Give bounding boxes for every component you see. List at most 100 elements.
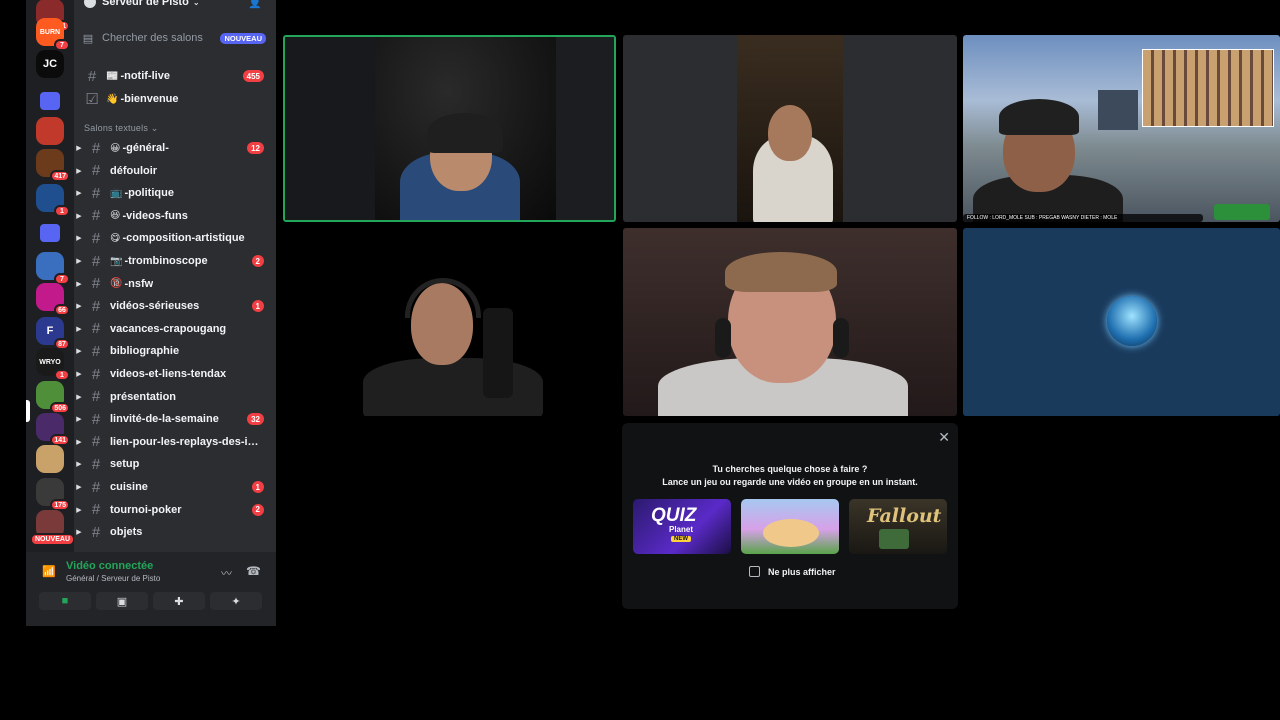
- channel-item[interactable]: ▶ # videos-et-liens-tendax: [74, 364, 276, 384]
- channel-item[interactable]: ▶ # vacances-crapougang: [74, 319, 276, 339]
- game-village[interactable]: [741, 499, 839, 554]
- channel-bienvenue[interactable]: ☑ 👋 -bienvenue: [74, 89, 276, 109]
- server-icon-14[interactable]: [36, 445, 64, 473]
- camera-button[interactable]: ■: [39, 592, 91, 610]
- chevron-right-icon: ▶: [76, 167, 82, 175]
- chevron-right-icon: ▶: [76, 235, 82, 243]
- channel-name: cuisine: [110, 481, 148, 493]
- server-icon-4[interactable]: [36, 117, 64, 145]
- game-title: Fallout: [867, 505, 942, 527]
- video-tile-6[interactable]: [963, 228, 1280, 416]
- server-initials: BURN: [39, 28, 61, 36]
- channel-name: défouloir: [110, 164, 158, 177]
- server-initials: F: [46, 325, 54, 337]
- channel-hash-icon: #: [91, 523, 101, 541]
- channel-item[interactable]: ▶ # tournoi-poker 2: [74, 500, 276, 520]
- eco-badge: [1214, 204, 1270, 220]
- mention-badge: 1: [54, 369, 70, 381]
- unread-count: 1: [251, 300, 264, 313]
- game-fallout[interactable]: Fallout: [849, 499, 947, 554]
- channel-item[interactable]: ▶ # 😋 -composition-artistique: [74, 228, 276, 248]
- activity-title: Tu cherches quelque chose à faire ?: [712, 464, 868, 474]
- channel-hash-icon: #: [91, 139, 101, 157]
- server-icon-5[interactable]: 417: [36, 149, 70, 182]
- signal-icon[interactable]: 📶: [42, 565, 56, 578]
- channel-hash-icon: #: [91, 252, 101, 270]
- new-badge: NOUVEAU: [220, 32, 266, 44]
- server-icon-7[interactable]: [40, 224, 60, 242]
- channel-hash-icon: #: [91, 455, 101, 473]
- server-icon-10[interactable]: F 87: [36, 317, 70, 350]
- server-header[interactable]: Serveur de Pisto ⌄: [74, 0, 276, 12]
- channel-item[interactable]: ▶ # 😆 -videos-funs: [74, 206, 276, 226]
- channel-search[interactable]: ▤ Chercher des salons NOUVEAU: [74, 28, 276, 48]
- channel-sidebar: Serveur de Pisto ⌄ 👤 ▤ Chercher des salo…: [74, 0, 276, 626]
- channel-item[interactable]: ▶ # défouloir: [74, 161, 276, 181]
- chevron-right-icon: ▶: [76, 416, 82, 424]
- soundboard-button[interactable]: ✦: [210, 592, 262, 610]
- channel-item[interactable]: ▶ # 🔞 -nsfw: [74, 274, 276, 294]
- selected-pill: [26, 400, 30, 422]
- server-icon-2[interactable]: JC: [36, 50, 64, 78]
- channel-emoji: 😆: [110, 210, 121, 222]
- server-rail: 571BURN7JC4171766F87WRYO1506141175 NOUVE…: [26, 0, 74, 626]
- headphones-left: [715, 318, 731, 358]
- checkbox[interactable]: [749, 566, 760, 577]
- channel-hash-icon: #: [91, 433, 101, 451]
- category-text-channels[interactable]: Salons textuels ⌄: [84, 123, 159, 134]
- server-icon-6[interactable]: 1: [36, 184, 70, 217]
- channel-name: -bienvenue: [120, 93, 179, 105]
- video-tile-3[interactable]: FOLLOW : LORD_MOLE SUB : PREGAB WASNY DI…: [963, 35, 1280, 222]
- noise-suppression-icon[interactable]: 〰: [221, 565, 232, 581]
- server-icon-1[interactable]: BURN 7: [36, 18, 70, 51]
- server-icon-11[interactable]: WRYO 1: [36, 348, 70, 381]
- channel-item[interactable]: ▶ # linvité-de-la-semaine 32: [74, 409, 276, 429]
- channel-item[interactable]: ▶ # vidéos-sérieuses 1: [74, 296, 276, 316]
- server-icon-12[interactable]: 506: [36, 381, 70, 414]
- disconnect-icon[interactable]: ☎: [246, 564, 261, 578]
- channel-item[interactable]: ▶ # présentation: [74, 387, 276, 407]
- game-title: QUIZ: [651, 505, 697, 526]
- channel-hash-icon: #: [91, 365, 101, 383]
- search-icon: ▤: [82, 32, 94, 45]
- activities-button[interactable]: ✚: [153, 592, 205, 610]
- server-icon-13[interactable]: 141: [36, 413, 70, 446]
- video-tile-5[interactable]: [623, 228, 957, 416]
- channel-item[interactable]: ▶ # bibliographie: [74, 341, 276, 361]
- close-icon[interactable]: ✕: [938, 429, 950, 446]
- channel-item[interactable]: ▶ # objets: [74, 522, 276, 542]
- video-tile-1[interactable]: [283, 35, 616, 222]
- voice-status[interactable]: Vidéo connectée: [66, 560, 153, 572]
- channel-name: lien-pour-les-replays-des-inter…: [110, 435, 262, 448]
- mention-badge: 1: [54, 205, 70, 217]
- channel-item[interactable]: ▶ # setup: [74, 454, 276, 474]
- channel-item[interactable]: ▶ # 😀 -général- 12: [74, 138, 276, 158]
- add-user-icon[interactable]: 👤: [248, 0, 262, 9]
- channel-hash-icon: #: [91, 501, 101, 519]
- channel-item[interactable]: ▶ # cuisine 1: [74, 477, 276, 497]
- channel-name: bibliographie: [110, 345, 180, 358]
- channel-item[interactable]: ▶ # lien-pour-les-replays-des-inter…: [74, 432, 276, 452]
- video-tile-4[interactable]: [283, 228, 617, 416]
- server-icon-8[interactable]: 7: [36, 252, 70, 285]
- mention-badge: 417: [50, 170, 70, 182]
- channel-item[interactable]: ▶ # 📺 -politique: [74, 183, 276, 203]
- voice-location[interactable]: Général / Serveur de Pisto: [66, 574, 160, 583]
- game-island: [763, 519, 819, 547]
- game-quiz-planet[interactable]: QUIZ Planet NEW: [633, 499, 731, 554]
- activity-suggestion-card: ✕ Tu cherches quelque chose à faire ? La…: [622, 423, 958, 609]
- server-icon-3[interactable]: [40, 92, 60, 110]
- cap-shape: [427, 113, 503, 153]
- video-tile-2[interactable]: [623, 35, 957, 222]
- chevron-right-icon: ▶: [76, 438, 82, 446]
- channel-item[interactable]: ▶ # 📷 -trombinoscope 2: [74, 251, 276, 271]
- screen-share-button[interactable]: ▣: [96, 592, 148, 610]
- search-placeholder: Chercher des salons: [102, 32, 203, 44]
- dont-show-again[interactable]: Ne plus afficher: [749, 566, 836, 577]
- channel-notif-live[interactable]: # 📰 -notif-live 455: [74, 66, 276, 86]
- game-new-tag: NEW: [671, 536, 691, 542]
- dont-show-label: Ne plus afficher: [768, 566, 836, 577]
- server-icon-9[interactable]: 66: [36, 283, 70, 316]
- server-icon-15[interactable]: 175: [36, 478, 70, 511]
- channel-emoji: 📷: [110, 255, 123, 267]
